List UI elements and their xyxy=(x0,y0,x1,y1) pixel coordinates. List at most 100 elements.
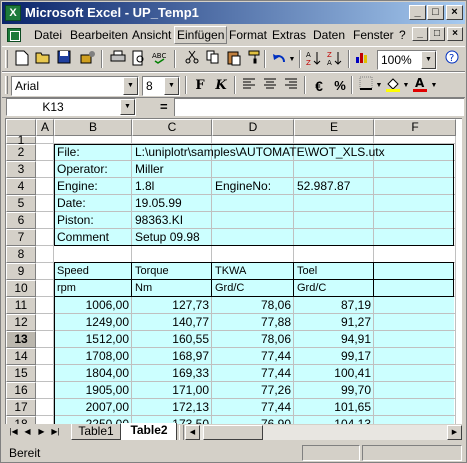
font-select[interactable]: Arial ▼ xyxy=(11,76,139,96)
table-cell[interactable]: 1512,00 xyxy=(57,331,129,348)
info-label[interactable]: Date: xyxy=(57,195,129,212)
tab-split-handle[interactable] xyxy=(179,425,184,440)
new-icon[interactable] xyxy=(12,50,32,70)
workbook-icon[interactable] xyxy=(7,28,21,42)
cut-icon[interactable] xyxy=(182,50,202,70)
table-cell[interactable]: 169,33 xyxy=(135,365,209,382)
horizontal-scrollbar[interactable]: ◀ ▶ xyxy=(185,425,462,440)
table-header[interactable]: Speed xyxy=(57,263,129,280)
spelling-icon[interactable]: ABC xyxy=(150,50,170,70)
menu-bearbeiten[interactable]: Bearbeiten xyxy=(70,28,128,42)
info-value[interactable]: 1.8l xyxy=(135,178,209,195)
chevron-down-icon[interactable]: ▼ xyxy=(123,77,138,95)
table-cell[interactable]: 140,77 xyxy=(135,314,209,331)
menu-daten[interactable]: Daten xyxy=(313,28,345,42)
worksheet-grid[interactable]: ABCDEF12345678910111213141516171819File:… xyxy=(5,118,462,424)
table-cell[interactable]: 1708,00 xyxy=(57,348,129,365)
info-label[interactable]: Comment xyxy=(57,229,129,246)
table-cell[interactable]: 1249,00 xyxy=(57,314,129,331)
info-label[interactable]: Engine: xyxy=(57,178,129,195)
table-cell[interactable]: 77,44 xyxy=(215,348,291,365)
table-cell[interactable]: 171,00 xyxy=(135,382,209,399)
fill-color-dropdown[interactable]: ▼ xyxy=(402,76,410,96)
table-cell[interactable]: 77,26 xyxy=(215,382,291,399)
print-preview-icon[interactable] xyxy=(129,50,149,70)
info-label[interactable]: Piston: xyxy=(57,212,129,229)
excel-app-icon[interactable]: X xyxy=(5,5,21,21)
column-header-f[interactable]: F xyxy=(374,119,456,136)
align-right-icon[interactable] xyxy=(281,76,301,96)
info-label[interactable]: File: xyxy=(57,144,129,161)
scroll-right-icon[interactable]: ▶ xyxy=(447,425,462,440)
row-header-7[interactable]: 7 xyxy=(6,229,36,246)
scroll-thumb[interactable] xyxy=(203,425,263,440)
table-cell[interactable]: 127,73 xyxy=(135,297,209,314)
sheet-tab-table1[interactable]: Table1 xyxy=(71,424,121,440)
menu-fenster[interactable]: Fenster xyxy=(353,28,394,42)
row-header-3[interactable]: 3 xyxy=(6,161,36,178)
menu-extras[interactable]: Extras xyxy=(272,28,306,42)
table-unit[interactable]: rpm xyxy=(57,280,129,297)
table-header[interactable]: TKWA xyxy=(215,263,291,280)
last-sheet-icon[interactable]: ▶| xyxy=(49,425,62,439)
borders-icon[interactable] xyxy=(356,76,376,96)
align-left-icon[interactable] xyxy=(239,76,259,96)
menu-ansicht[interactable]: Ansicht xyxy=(132,28,171,42)
table-cell[interactable]: 168,97 xyxy=(135,348,209,365)
table-cell[interactable]: 78,06 xyxy=(215,331,291,348)
table-cell[interactable]: 91,27 xyxy=(297,314,371,331)
table-cell[interactable]: 76,90 xyxy=(215,416,291,424)
row-header-2[interactable]: 2 xyxy=(6,144,36,161)
bold-button[interactable]: F xyxy=(190,76,210,96)
table-cell[interactable]: 2007,00 xyxy=(57,399,129,416)
paste-icon[interactable] xyxy=(224,50,244,70)
column-header-d[interactable]: D xyxy=(212,119,294,136)
open-icon[interactable] xyxy=(33,50,53,70)
row-header-17[interactable]: 17 xyxy=(6,399,36,416)
table-header[interactable]: Toel xyxy=(297,263,371,280)
table-cell[interactable]: 1905,00 xyxy=(57,382,129,399)
table-unit[interactable]: Grd/C xyxy=(215,280,291,297)
table-unit[interactable]: Nm xyxy=(135,280,209,297)
table-cell[interactable]: 94,91 xyxy=(297,331,371,348)
chevron-down-icon[interactable]: ▼ xyxy=(164,77,179,95)
format-painter-icon[interactable] xyxy=(245,50,265,70)
row-header-11[interactable]: 11 xyxy=(6,297,36,314)
menu-help[interactable]: ? xyxy=(399,28,406,42)
column-header-b[interactable]: B xyxy=(54,119,132,136)
next-sheet-icon[interactable]: ▶ xyxy=(35,425,48,439)
sheet-tab-table2[interactable]: Table2 xyxy=(121,423,177,440)
info-value[interactable]: Miller xyxy=(135,161,209,178)
table-cell[interactable]: 100,41 xyxy=(297,365,371,382)
undo-dropdown[interactable]: ▼ xyxy=(288,50,296,70)
chevron-down-icon[interactable]: ▼ xyxy=(421,51,436,69)
info-value[interactable]: Setup 09.98 xyxy=(135,229,209,246)
info-value[interactable]: 19.05.99 xyxy=(135,195,209,212)
table-header[interactable]: Torque xyxy=(135,263,209,280)
italic-button[interactable]: K xyxy=(211,76,231,96)
table-cell[interactable]: 87,19 xyxy=(297,297,371,314)
doc-restore-button[interactable]: □ xyxy=(429,27,445,41)
zoom-select[interactable]: 100% ▼ xyxy=(377,50,437,70)
row-header-18[interactable]: 18 xyxy=(6,416,36,424)
formula-input[interactable] xyxy=(174,98,464,116)
menu-format[interactable]: Format xyxy=(229,28,267,42)
font-color-icon[interactable]: A xyxy=(410,76,430,96)
row-header-16[interactable]: 16 xyxy=(6,382,36,399)
info-value[interactable]: 98363.KI xyxy=(135,212,209,229)
print-icon[interactable] xyxy=(108,50,128,70)
table-cell[interactable]: 104,13 xyxy=(297,416,371,424)
row-header-1[interactable]: 1 xyxy=(6,134,36,146)
table-cell[interactable]: 1006,00 xyxy=(57,297,129,314)
prev-sheet-icon[interactable]: ◀ xyxy=(21,425,34,439)
table-cell[interactable]: 2250,00 xyxy=(57,416,129,424)
column-header-e[interactable]: E xyxy=(294,119,374,136)
table-cell[interactable]: 77,44 xyxy=(215,365,291,382)
chart-wizard-icon[interactable] xyxy=(353,50,373,70)
info-label[interactable]: EngineNo: xyxy=(215,178,291,195)
row-header-12[interactable]: 12 xyxy=(6,314,36,331)
currency-button[interactable]: € xyxy=(309,76,329,96)
sort-ascending-icon[interactable]: AZ xyxy=(304,50,324,70)
table-cell[interactable]: 99,17 xyxy=(297,348,371,365)
title-bar[interactable]: X Microsoft Excel - UP_Temp1 _ □ × xyxy=(2,2,465,24)
